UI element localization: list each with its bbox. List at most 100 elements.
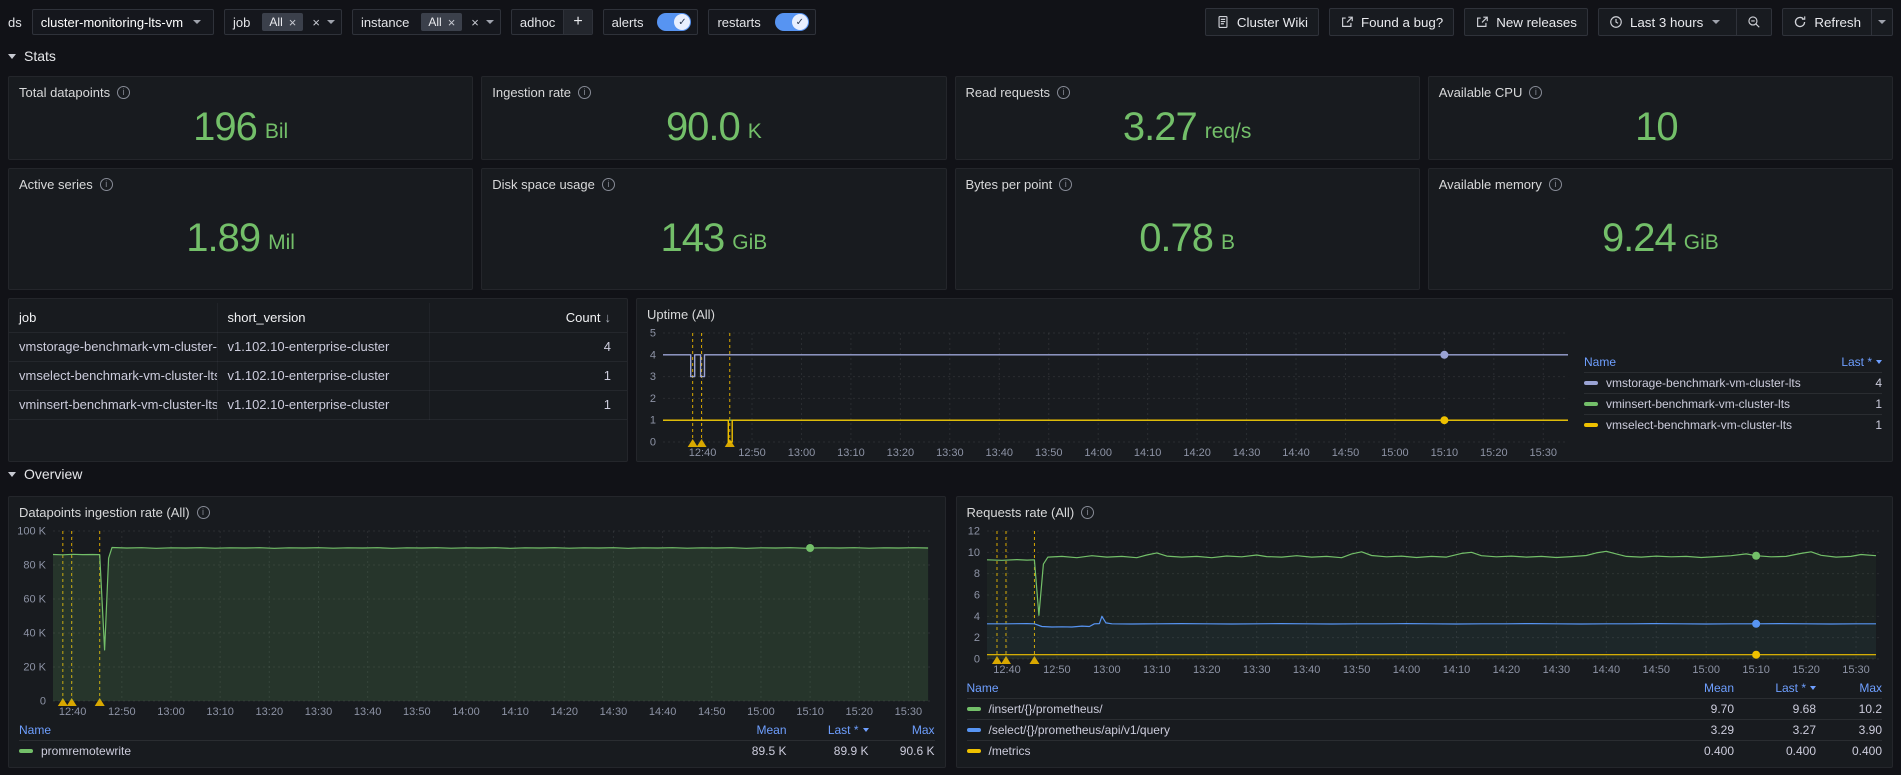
cell-short-version: v1.102.10-enterprise-cluster bbox=[217, 332, 429, 361]
zoom-out-button[interactable] bbox=[1737, 8, 1772, 36]
alerts-control: alerts bbox=[603, 9, 699, 35]
svg-text:15:20: 15:20 bbox=[845, 706, 873, 718]
refresh-button[interactable]: Refresh bbox=[1782, 8, 1872, 36]
requests-chart[interactable]: 02468101212:4012:5013:0013:1013:2013:301… bbox=[957, 523, 1893, 678]
table-row[interactable]: vmstorage-benchmark-vm-cluster-lts v1.10… bbox=[9, 332, 627, 361]
instance-chip-all[interactable]: All × bbox=[421, 13, 462, 31]
refresh-label: Refresh bbox=[1814, 15, 1861, 30]
adhoc-add-button[interactable]: + bbox=[563, 10, 591, 34]
instance-chip-remove-icon[interactable]: × bbox=[448, 16, 456, 29]
stat-panel-total-datapoints: Total datapoints 196Bil bbox=[8, 76, 473, 160]
svg-text:10: 10 bbox=[967, 547, 979, 559]
job-chip-label: All bbox=[269, 15, 282, 29]
uptime-chart[interactable]: 01234512:4012:5013:0013:1013:2013:3013:4… bbox=[637, 325, 1580, 461]
svg-text:13:00: 13:00 bbox=[157, 706, 185, 718]
legend-header-name[interactable]: Name bbox=[1584, 352, 1840, 372]
chevron-down-icon bbox=[1878, 20, 1886, 28]
info-icon[interactable] bbox=[197, 506, 210, 519]
info-icon[interactable] bbox=[578, 86, 591, 99]
table-row[interactable]: vminsert-benchmark-vm-cluster-lts v1.102… bbox=[9, 390, 627, 419]
svg-text:13:50: 13:50 bbox=[1342, 664, 1370, 676]
panel-title-text: Requests rate (All) bbox=[967, 505, 1075, 520]
legend-item-vmstorage[interactable]: vmstorage-benchmark-vm-cluster-lts bbox=[1584, 373, 1840, 393]
uptime-panel-title[interactable]: Uptime (All) bbox=[637, 299, 1892, 325]
svg-text:12:50: 12:50 bbox=[738, 447, 766, 459]
stat-title: Disk space usage bbox=[492, 177, 595, 192]
datasource-select[interactable]: cluster-monitoring-lts-vm bbox=[32, 9, 214, 35]
datapoints-panel-title[interactable]: Datapoints ingestion rate (All) bbox=[9, 497, 945, 523]
refresh-interval-dropdown[interactable] bbox=[1872, 8, 1893, 36]
mid-row: job short_version Count↓ vmstorage-bench… bbox=[8, 298, 1893, 462]
info-icon[interactable] bbox=[1081, 506, 1094, 519]
svg-text:13:20: 13:20 bbox=[256, 706, 284, 718]
legend-header-last[interactable]: Last * bbox=[1840, 352, 1882, 372]
legend-header-mean[interactable]: Mean bbox=[715, 720, 787, 740]
legend-item-vmselect[interactable]: vmselect-benchmark-vm-cluster-lts bbox=[1584, 415, 1840, 435]
chevron-down-icon bbox=[8, 472, 16, 481]
versions-table: job short_version Count↓ vmstorage-bench… bbox=[9, 303, 627, 420]
section-overview[interactable]: Overview bbox=[8, 466, 82, 482]
cell-count: 1 bbox=[429, 390, 627, 419]
legend-header-name[interactable]: Name bbox=[967, 678, 1663, 698]
magnifier-minus-icon bbox=[1747, 15, 1761, 29]
info-icon[interactable] bbox=[602, 178, 615, 191]
legend-item-select[interactable]: /select/{}/prometheus/api/v1/query bbox=[967, 720, 1663, 740]
datapoints-chart[interactable]: 020 K40 K60 K80 K100 K12:4012:5013:0013:… bbox=[9, 523, 945, 720]
info-icon[interactable] bbox=[1529, 86, 1542, 99]
section-stats-label: Stats bbox=[24, 48, 56, 64]
legend-header-name[interactable]: Name bbox=[19, 720, 715, 740]
series-mean-value: 89.5 K bbox=[715, 741, 787, 761]
job-chip-remove-icon[interactable]: × bbox=[289, 16, 297, 29]
svg-text:15:00: 15:00 bbox=[1381, 447, 1409, 459]
legend-item-insert[interactable]: /insert/{}/prometheus/ bbox=[967, 699, 1663, 719]
legend-header-max[interactable]: Max bbox=[869, 720, 935, 740]
svg-text:15:00: 15:00 bbox=[1692, 664, 1720, 676]
time-range-picker[interactable]: Last 3 hours bbox=[1598, 8, 1737, 36]
requests-panel: Requests rate (All) 02468101212:4012:501… bbox=[956, 496, 1894, 768]
svg-text:14:50: 14:50 bbox=[1332, 447, 1360, 459]
chevron-down-icon[interactable] bbox=[486, 20, 494, 28]
cell-count: 1 bbox=[429, 361, 627, 390]
column-header-count[interactable]: Count↓ bbox=[429, 303, 627, 332]
cluster-wiki-button[interactable]: Cluster Wiki bbox=[1205, 8, 1319, 36]
topbar: ds cluster-monitoring-lts-vm job All × ×… bbox=[0, 0, 1901, 44]
found-a-bug-button[interactable]: Found a bug? bbox=[1329, 8, 1454, 36]
legend-item-metrics[interactable]: /metrics bbox=[967, 741, 1663, 761]
series-swatch bbox=[19, 749, 33, 753]
info-icon[interactable] bbox=[1059, 178, 1072, 191]
svg-text:14:10: 14:10 bbox=[1134, 447, 1162, 459]
info-icon[interactable] bbox=[100, 178, 113, 191]
legend-item-promremotewrite[interactable]: promremotewrite bbox=[19, 741, 715, 761]
info-icon[interactable] bbox=[1057, 86, 1070, 99]
table-row[interactable]: vmselect-benchmark-vm-cluster-lts v1.102… bbox=[9, 361, 627, 390]
legend-header-mean[interactable]: Mean bbox=[1662, 678, 1734, 698]
chevron-down-icon[interactable] bbox=[327, 20, 335, 28]
legend-header-max[interactable]: Max bbox=[1816, 678, 1882, 698]
job-chip-all[interactable]: All × bbox=[262, 13, 303, 31]
requests-legend: Name Mean Last * Max /insert/{}/promethe… bbox=[957, 678, 1893, 767]
legend-header-last[interactable]: Last * bbox=[787, 720, 869, 740]
column-header-short-version[interactable]: short_version bbox=[217, 303, 429, 332]
job-clear-icon[interactable]: × bbox=[307, 16, 325, 29]
requests-panel-title[interactable]: Requests rate (All) bbox=[957, 497, 1893, 523]
alerts-toggle[interactable] bbox=[657, 13, 691, 31]
svg-text:4: 4 bbox=[650, 349, 656, 361]
svg-text:14:00: 14:00 bbox=[452, 706, 480, 718]
datasource-value[interactable]: cluster-monitoring-lts-vm bbox=[41, 15, 183, 30]
info-icon[interactable] bbox=[1549, 178, 1562, 191]
series-name: vmselect-benchmark-vm-cluster-lts bbox=[1606, 418, 1792, 432]
section-stats[interactable]: Stats bbox=[8, 48, 56, 64]
stat-title: Available CPU bbox=[1439, 85, 1523, 100]
restarts-toggle[interactable] bbox=[775, 13, 809, 31]
svg-text:14:40: 14:40 bbox=[1592, 664, 1620, 676]
svg-text:14:40: 14:40 bbox=[649, 706, 677, 718]
svg-text:2: 2 bbox=[650, 393, 656, 405]
legend-item-vminsert[interactable]: vminsert-benchmark-vm-cluster-lts bbox=[1584, 394, 1840, 414]
new-releases-button[interactable]: New releases bbox=[1464, 8, 1588, 36]
legend-header-last[interactable]: Last * bbox=[1734, 678, 1816, 698]
overview-row: Datapoints ingestion rate (All) 020 K40 … bbox=[8, 496, 1893, 768]
instance-clear-icon[interactable]: × bbox=[466, 16, 484, 29]
info-icon[interactable] bbox=[117, 86, 130, 99]
job-variable: job All × × bbox=[224, 9, 342, 35]
column-header-job[interactable]: job bbox=[9, 303, 217, 332]
